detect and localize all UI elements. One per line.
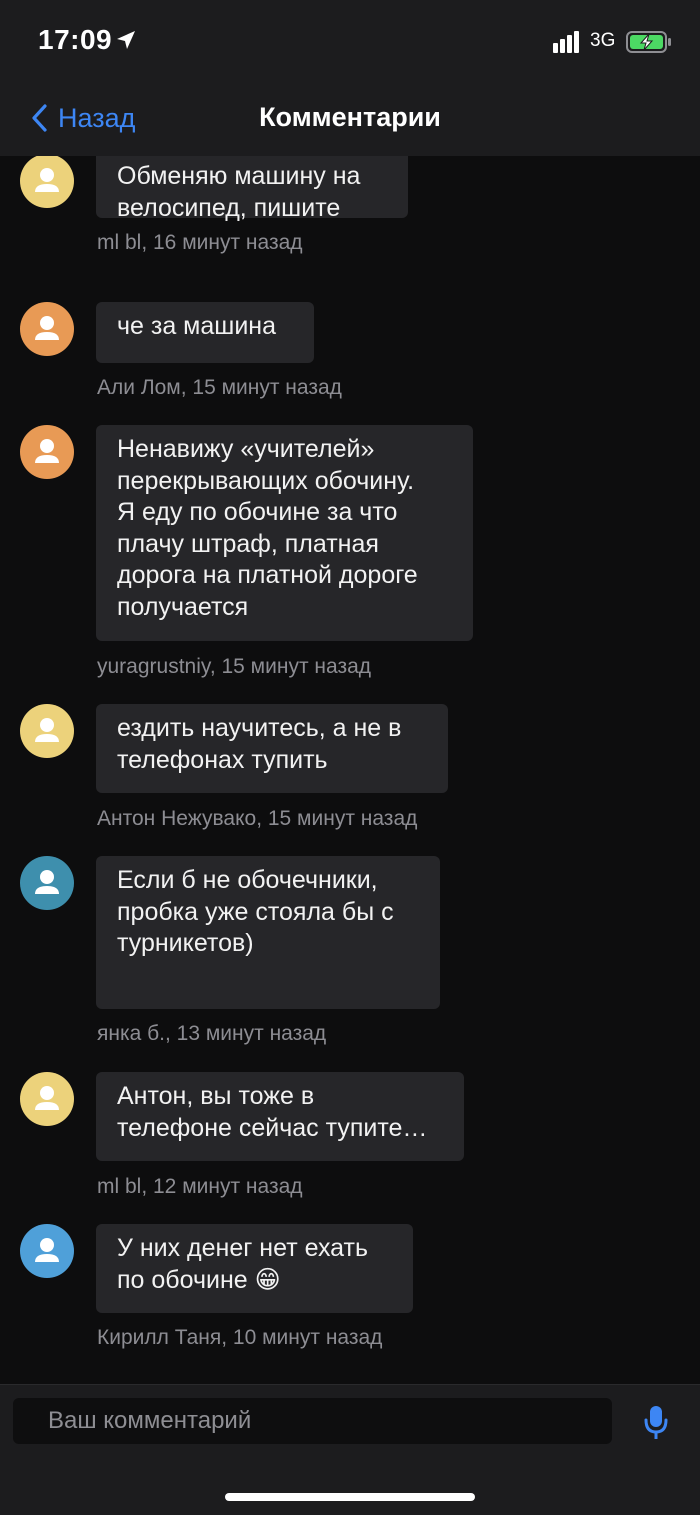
location-arrow-icon [117,31,135,49]
avatar[interactable] [20,425,74,479]
comment-text-line: пробка уже стояла бы с [117,897,394,926]
comment-meta: янка б., 13 минут назад [97,1022,327,1045]
comment-text-line: получается [117,592,249,621]
user-icon [20,1072,74,1126]
comment-text-line: Обменяю машину на [117,162,361,190]
comment-input-bar: Ваш комментарий [0,1384,700,1515]
comment-meta: ml bl, 16 минут назад [97,231,303,254]
user-icon [20,156,74,208]
user-icon [20,425,74,479]
comment-text-line: У них денег нет ехать [117,1234,368,1262]
comment-meta: ml bl, 12 минут назад [97,1175,303,1198]
microphone-icon[interactable] [644,1405,668,1441]
comment-bubble[interactable]: Ненавижу «учителей» перекрывающих обочин… [96,425,473,641]
comment-text-line: Я еду по обочине за что [117,498,398,526]
comment-text-line: телефонах тупить [117,745,328,774]
comment-bubble[interactable]: Если б не обочечники, пробка уже стояла … [96,856,440,1009]
comment-text-line: че за машина [117,312,277,340]
comment-text-line: ездить научитесь, а не в [117,714,402,742]
user-icon [20,302,74,356]
comment-text-line: дорога на платной дороге [117,561,418,589]
comment-meta: Антон Нежувако, 15 минут назад [97,807,418,830]
signal-bars-icon [553,31,579,53]
comment-text-line: Если б не обочечники, [117,866,378,894]
comment-text-line: Ненавижу «учителей» [117,435,375,463]
user-icon [20,704,74,758]
page-title: Комментарии [259,102,441,132]
home-indicator [225,1493,475,1501]
avatar[interactable] [20,856,74,910]
comment-bubble[interactable]: Обменяю машину на велосипед, пишите [96,156,408,222]
comment-bubble[interactable]: У них денег нет ехать по обочине 😁 [96,1224,413,1313]
status-bar: 17:09 3G [0,0,700,84]
comment-bubble[interactable]: ездить научитесь, а не в телефонах тупит… [96,704,448,793]
user-icon [20,856,74,910]
comment-meta: yuragrustniy, 15 минут назад [97,655,372,678]
comment-text-line: велосипед, пишите [117,193,341,222]
user-icon [20,1224,74,1278]
comment-meta: Кирилл Таня, 10 минут назад [97,1326,383,1349]
comment-text-line: турникетов) [117,929,254,957]
comment-text-line: по обочине 😁 [117,1265,281,1294]
comments-list[interactable]: Обменяю машину на велосипед, пишите ml b… [0,156,700,1384]
comment-meta: Али Лом, 15 минут назад [97,376,342,399]
comments-screen: 17:09 3G Назад Комментарии Обменяю машин… [0,0,700,1515]
network-type: 3G [590,30,616,51]
comment-text-line: Антон, вы тоже в [117,1082,315,1110]
avatar[interactable] [20,704,74,758]
battery-charging-icon [626,31,671,53]
navigation-bar: Назад Комментарии [0,84,700,156]
comment-text-line: телефоне сейчас тупите… [117,1113,428,1142]
comment-bubble[interactable]: че за машина [96,302,314,363]
avatar[interactable] [20,302,74,356]
avatar[interactable] [20,1224,74,1278]
comment-input[interactable]: Ваш комментарий [13,1398,612,1444]
avatar[interactable] [20,1072,74,1126]
comment-text-line: перекрывающих обочину. [117,466,415,495]
status-time: 17:09 [38,24,113,55]
comment-text-line: плачу штраф, платная [117,529,379,558]
avatar[interactable] [20,156,74,208]
comment-bubble[interactable]: Антон, вы тоже в телефоне сейчас тупите… [96,1072,464,1161]
